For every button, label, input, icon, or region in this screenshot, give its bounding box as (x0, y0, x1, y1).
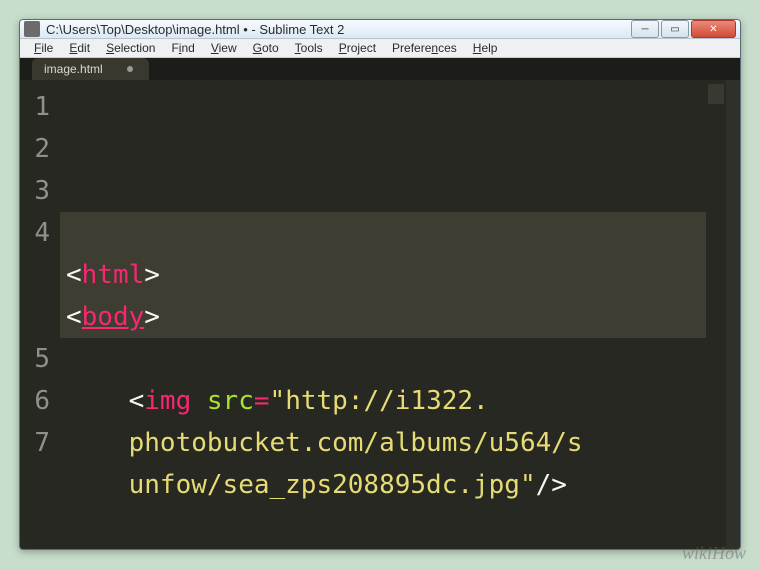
minimap[interactable] (706, 80, 726, 550)
menu-view[interactable]: View (203, 39, 245, 57)
gutter: 1 2 3 4 . . 5 6 7 (20, 80, 60, 550)
menu-project[interactable]: Project (331, 39, 384, 57)
line-number: 1 (20, 86, 50, 128)
app-icon (24, 21, 40, 37)
line-number: 4 (20, 212, 50, 254)
menu-help[interactable]: Help (465, 39, 506, 57)
line-number: 6 (20, 380, 50, 422)
titlebar[interactable]: C:\Users\Top\Desktop\image.html • - Subl… (20, 20, 740, 39)
vertical-scrollbar[interactable] (726, 80, 740, 550)
line-number: 7 (20, 422, 50, 464)
menubar: File Edit Selection Find View Goto Tools… (20, 39, 740, 58)
editor: 1 2 3 4 . . 5 6 7 <html> <body> <img src… (20, 80, 740, 550)
menu-preferences[interactable]: Preferences (384, 39, 465, 57)
menu-goto[interactable]: Goto (245, 39, 287, 57)
dirty-indicator-icon (127, 66, 133, 72)
code-area[interactable]: <html> <body> <img src="http://i1322. ph… (60, 80, 706, 550)
minimize-button[interactable]: ─ (631, 20, 659, 38)
menu-edit[interactable]: Edit (61, 39, 98, 57)
menu-file[interactable]: File (26, 39, 61, 57)
maximize-button[interactable]: ▭ (661, 20, 689, 38)
menu-find[interactable]: Find (163, 39, 202, 57)
close-button[interactable]: ✕ (691, 20, 736, 38)
app-window: C:\Users\Top\Desktop\image.html • - Subl… (19, 19, 741, 550)
tabbar: image.html (20, 58, 740, 80)
menu-selection[interactable]: Selection (98, 39, 163, 57)
menu-tools[interactable]: Tools (287, 39, 331, 57)
tab-label: image.html (44, 62, 103, 76)
line-number: 2 (20, 128, 50, 170)
window-controls: ─ ▭ ✕ (631, 20, 736, 38)
tab-image-html[interactable]: image.html (32, 58, 149, 80)
minimap-viewport (708, 84, 724, 104)
line-number: 5 (20, 338, 50, 380)
window-title: C:\Users\Top\Desktop\image.html • - Subl… (46, 22, 631, 37)
line-number: 3 (20, 170, 50, 212)
